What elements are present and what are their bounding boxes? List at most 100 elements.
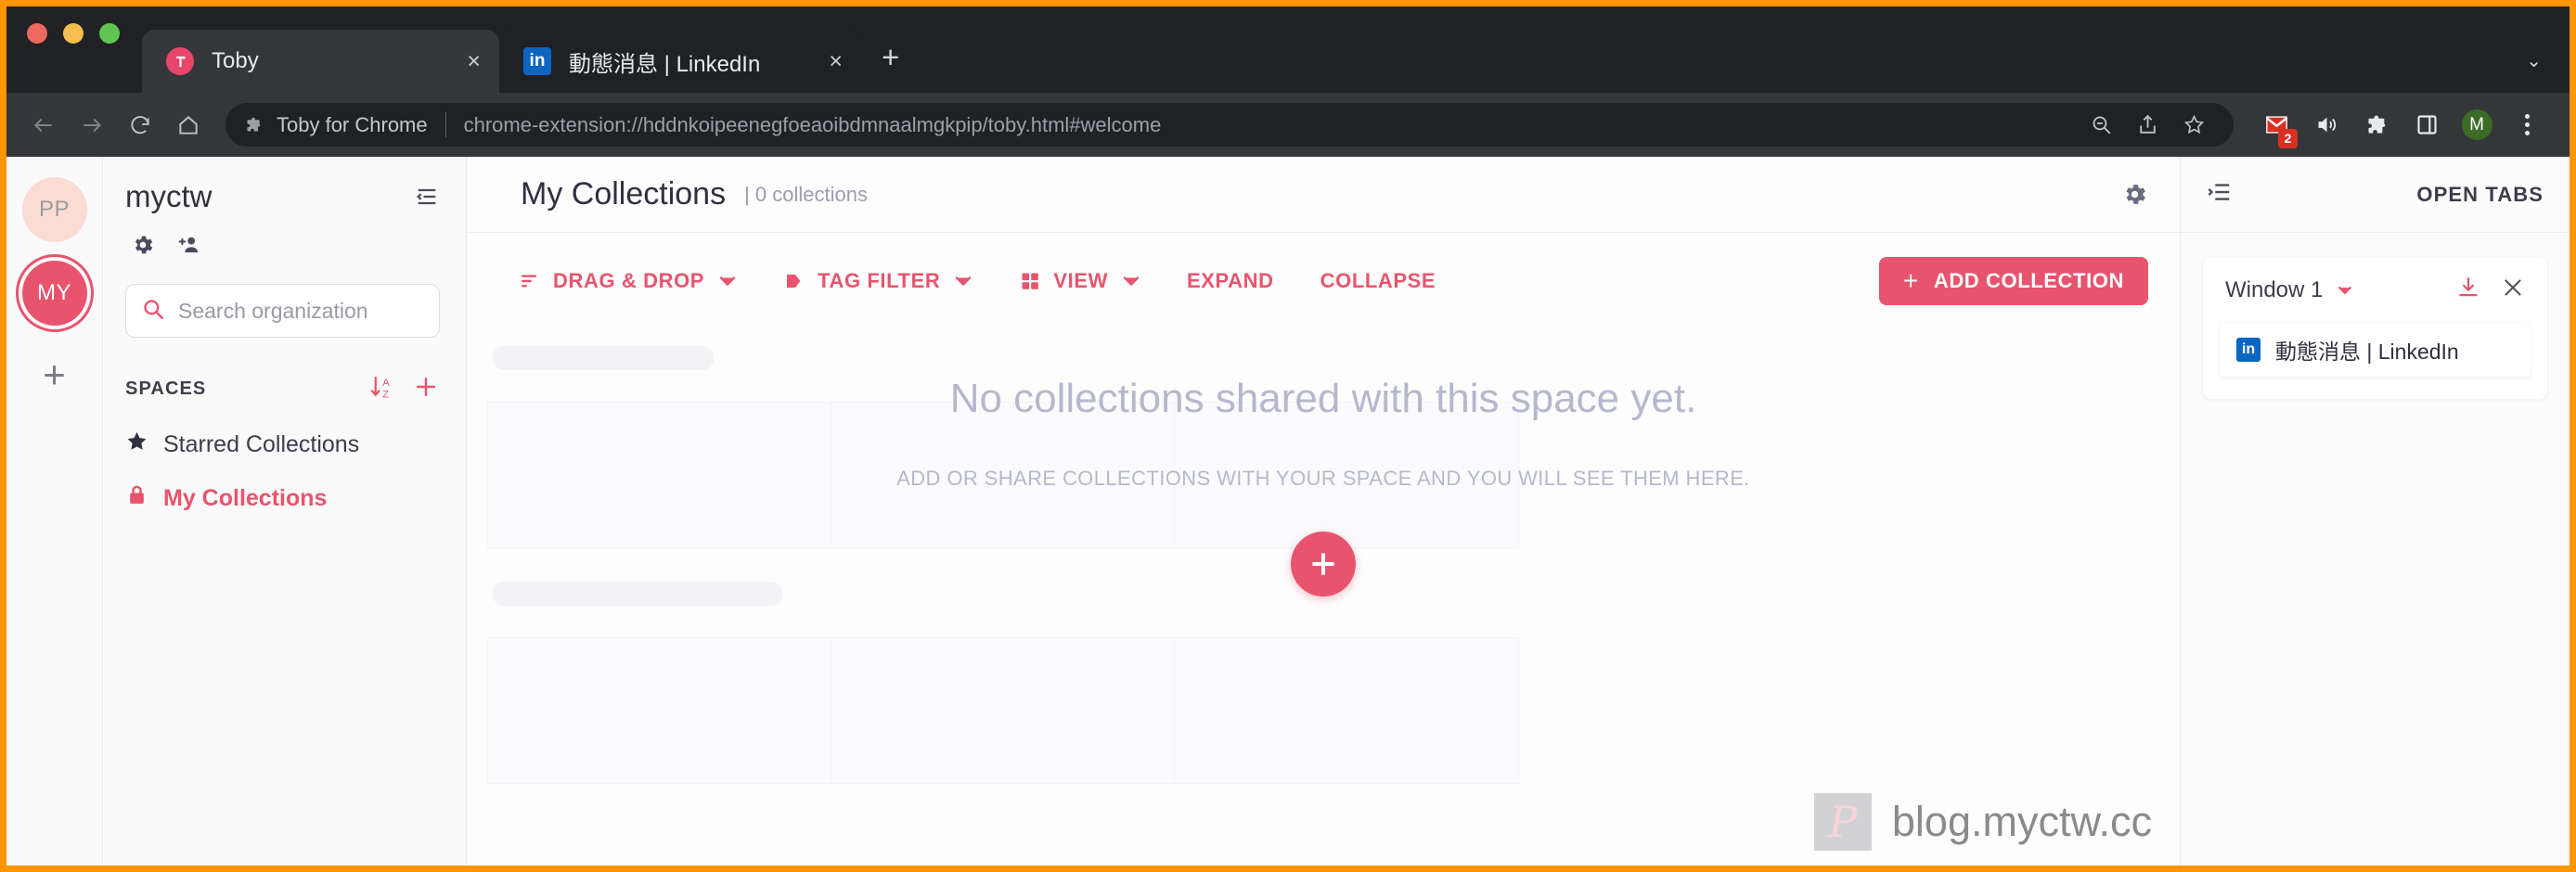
browser-tab-toby[interactable]: Toby × (142, 30, 499, 93)
toby-app: PP MY + myctw Search organization SPACES… (6, 157, 2570, 866)
tab-search-chevron-icon[interactable]: ⌄ (2526, 49, 2542, 72)
open-tabs-title: OPEN TABS (2416, 182, 2544, 206)
tab-strip: Toby × in 動態消息 | LinkedIn × + ⌄ (6, 6, 2570, 93)
linkedin-icon: in (2236, 338, 2260, 362)
forward-icon[interactable] (68, 101, 116, 149)
address-bar[interactable]: Toby for Chrome chrome-extension://hddnk… (225, 103, 2234, 147)
extensions-puzzle-icon (247, 117, 261, 132)
collections-count: | 0 collections (744, 182, 868, 206)
back-icon[interactable] (19, 101, 68, 149)
org-avatar-pp[interactable]: PP (21, 177, 87, 242)
tab-close-button[interactable]: × (829, 49, 843, 73)
chrome-menu-icon[interactable] (2505, 103, 2549, 147)
side-panel-icon[interactable] (2404, 103, 2449, 147)
sort-lines-icon (522, 275, 536, 288)
gmail-unread-badge: 2 (2278, 128, 2298, 148)
open-tabs-body: Window 1 in 動態消息 | LinkedIn (2181, 233, 2570, 423)
browser-toolbar: Toby for Chrome chrome-extension://hddnk… (6, 93, 2570, 157)
plus-icon (1312, 553, 1334, 575)
collapse-sidebar-icon[interactable] (414, 184, 440, 210)
spaces-actions: A Z (367, 373, 440, 405)
spaces-header: SPACES A Z (125, 373, 440, 405)
chevron-down-icon (1123, 276, 1140, 287)
watermark-text: blog.myctw.cc (1891, 798, 2152, 845)
sidebar-header: myctw (125, 179, 440, 214)
chevron-down-icon (956, 276, 972, 287)
audio-playing-icon[interactable] (2304, 103, 2349, 147)
open-tabs-panel: OPEN TABS Window 1 in 動態消息 | LinkedIn (2180, 157, 2570, 866)
chevron-down-icon (719, 276, 736, 287)
open-tabs-header: OPEN TABS (2181, 157, 2570, 233)
svg-text:A: A (382, 378, 390, 389)
browser-tab-linkedin[interactable]: in 動態消息 | LinkedIn × (499, 30, 861, 93)
tabs-container: Toby × in 動態消息 | LinkedIn × + (142, 6, 899, 93)
gear-icon[interactable] (2121, 181, 2148, 208)
extension-name: Toby for Chrome (277, 112, 428, 136)
settings-gear-icon[interactable] (131, 233, 155, 262)
bookmark-star-icon[interactable] (2172, 104, 2215, 147)
tab-close-button[interactable]: × (467, 49, 481, 73)
main-header: My Collections | 0 collections (467, 157, 2180, 233)
new-tab-button[interactable]: + (882, 42, 899, 72)
toolbar-label: EXPAND (1186, 269, 1274, 292)
profile-initial: M (2461, 109, 2492, 140)
sidebar-item-starred-collections[interactable]: Starred Collections (125, 430, 440, 459)
org-avatar-my[interactable]: MY (21, 261, 87, 326)
gmail-extension-icon[interactable]: 2 (2254, 103, 2299, 148)
zoom-out-icon[interactable] (2080, 104, 2122, 147)
open-tab-row[interactable]: in 動態消息 | LinkedIn (2220, 323, 2531, 377)
url-text[interactable]: chrome-extension://hddnkoipeenegfoeaoibd… (464, 113, 1162, 137)
browser-window: Toby × in 動態消息 | LinkedIn × + ⌄ Toby for… (0, 0, 2576, 872)
spaces-heading: SPACES (125, 378, 207, 399)
sidebar: myctw SPACES (103, 157, 467, 866)
sidebar-tools (125, 233, 440, 262)
add-collection-fab[interactable] (1291, 532, 1356, 596)
chevron-down-icon (2338, 286, 2352, 294)
omnibox-actions (2080, 104, 2215, 147)
collapse-panel-icon[interactable] (2205, 178, 2233, 211)
maximize-window-button[interactable] (99, 22, 120, 44)
window-actions (2456, 276, 2525, 304)
tag-filter-button[interactable]: TAG FILTER (783, 269, 974, 293)
toolbar-label: VIEW (1053, 269, 1108, 292)
omnibox-divider (444, 112, 446, 137)
close-icon[interactable] (2501, 276, 2525, 304)
sort-a-z-icon[interactable]: A Z (367, 373, 395, 405)
add-space-icon[interactable] (412, 373, 440, 405)
sidebar-item-label: My Collections (163, 484, 328, 511)
plus-icon: + (1902, 266, 1919, 295)
extensions-puzzle-icon[interactable] (2354, 103, 2399, 147)
sidebar-item-my-collections[interactable]: My Collections (125, 483, 440, 513)
close-window-button[interactable] (27, 22, 47, 44)
window-traffic-lights (27, 6, 120, 93)
invite-member-icon[interactable] (177, 233, 201, 262)
minimize-window-button[interactable] (63, 22, 84, 44)
add-organization-button[interactable]: + (43, 355, 66, 394)
watermark: P blog.myctw.cc (1813, 793, 2152, 851)
reload-icon[interactable] (116, 101, 164, 149)
grid-view-icon (1022, 273, 1039, 289)
collapse-button[interactable]: COLLAPSE (1320, 269, 1436, 293)
empty-state-subtitle: ADD OR SHARE COLLECTIONS WITH YOUR SPACE… (896, 467, 1750, 490)
view-button[interactable]: VIEW (1019, 269, 1142, 293)
home-icon[interactable] (164, 101, 213, 149)
tag-icon (787, 275, 801, 288)
window-name: Window 1 (2225, 276, 2324, 302)
extension-toolbar-icons: 2 M (2254, 103, 2549, 148)
search-organization-field[interactable] (125, 284, 440, 338)
add-collection-label: ADD COLLECTION (1933, 269, 2124, 292)
toolbar-label: TAG FILTER (818, 269, 941, 292)
save-download-icon[interactable] (2456, 276, 2480, 304)
profile-avatar[interactable]: M (2454, 103, 2499, 147)
organization-name: myctw (125, 179, 213, 213)
drag-and-drop-button[interactable]: DRAG & DROP (519, 269, 739, 293)
tab-title: Toby (212, 48, 259, 73)
toolbar-label: COLLAPSE (1320, 269, 1436, 292)
collections-toolbar: DRAG & DROP TAG FILTER VIEW EXPAND COLLA… (467, 233, 2180, 329)
add-collection-button[interactable]: + ADD COLLECTION (1878, 257, 2148, 305)
expand-button[interactable]: EXPAND (1187, 269, 1274, 293)
share-icon[interactable] (2126, 104, 2169, 147)
empty-state: No collections shared with this space ye… (467, 329, 2180, 866)
search-input[interactable] (178, 298, 424, 324)
star-icon (125, 430, 148, 459)
